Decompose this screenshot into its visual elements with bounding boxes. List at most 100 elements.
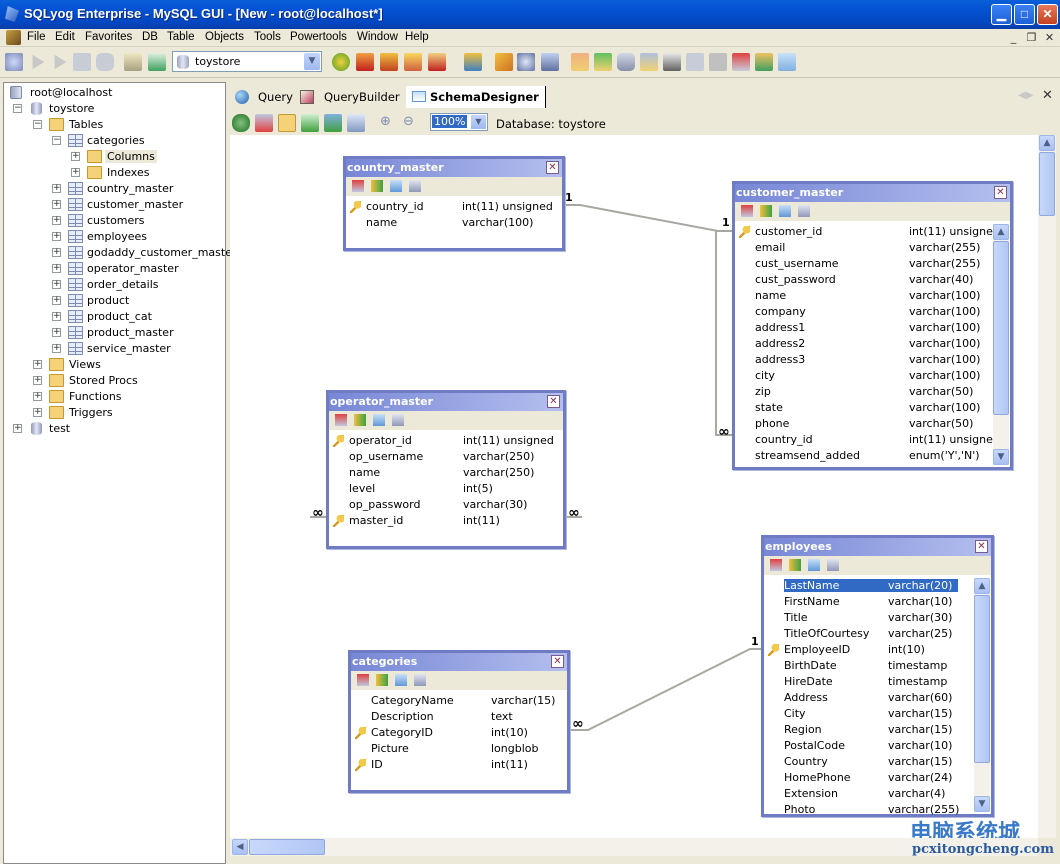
column-row[interactable]: op_password varchar(30) xyxy=(329,497,563,513)
drop-db-icon[interactable] xyxy=(380,53,398,71)
entity-scrollbar[interactable]: ▲ ▼ xyxy=(993,224,1009,465)
relationship-icon[interactable] xyxy=(395,674,407,686)
scroll-down-button[interactable]: ▼ xyxy=(993,449,1009,465)
expand-icon[interactable]: + xyxy=(52,248,61,257)
zoom-in-icon[interactable]: ⊕ xyxy=(380,114,398,132)
column-row[interactable]: Description text xyxy=(351,709,567,725)
entity-header[interactable]: categories ✕ xyxy=(351,653,567,671)
mdi-minimize-button[interactable]: _ xyxy=(1006,31,1021,45)
expand-icon[interactable]: + xyxy=(52,344,61,353)
column-row[interactable]: cust_password varchar(40) xyxy=(735,272,1010,288)
connect-icon[interactable] xyxy=(5,53,23,71)
sync-icon[interactable] xyxy=(594,53,612,71)
db-copy-icon[interactable] xyxy=(617,53,635,71)
schema-canvas[interactable]: 1 1 ∞ ∞ ∞ ∞ 1 country_master ✕ country_id i… xyxy=(230,135,1038,838)
expand-icon[interactable]: + xyxy=(71,168,80,177)
mdi-restore-button[interactable]: ❐ xyxy=(1024,31,1039,45)
column-row[interactable]: Address varchar(60) xyxy=(764,690,991,706)
alter-db-icon[interactable] xyxy=(356,53,374,71)
close-entity-icon[interactable]: ✕ xyxy=(551,655,564,668)
mdi-close-button[interactable]: ✕ xyxy=(1042,31,1057,45)
entity-header[interactable]: operator_master ✕ xyxy=(329,393,563,411)
entity-header[interactable]: country_master ✕ xyxy=(346,159,562,177)
execute-icon[interactable] xyxy=(32,54,45,70)
menu-powertools[interactable]: Powertools xyxy=(290,31,347,43)
vertical-scrollbar[interactable]: ▲ xyxy=(1038,135,1056,838)
scroll-up-button[interactable]: ▲ xyxy=(974,578,990,594)
menu-favorites[interactable]: Favorites xyxy=(85,31,132,43)
minimize-button[interactable]: ▁ xyxy=(991,4,1012,25)
horizontal-scroll-thumb[interactable] xyxy=(249,839,325,855)
add-table-icon[interactable] xyxy=(232,114,250,132)
column-row[interactable]: TitleOfCourtesy varchar(25) xyxy=(764,626,991,642)
expand-icon[interactable]: + xyxy=(33,392,42,401)
column-row[interactable]: name varchar(100) xyxy=(735,288,1010,304)
flush-icon[interactable] xyxy=(495,53,513,71)
edit-table-icon[interactable] xyxy=(335,414,347,426)
relationship-icon[interactable] xyxy=(390,180,402,192)
expand-icon[interactable]: + xyxy=(13,424,22,433)
column-row[interactable]: City varchar(15) xyxy=(764,706,991,722)
tab-schemadesigner[interactable]: SchemaDesigner xyxy=(406,86,546,108)
menu-help[interactable]: Help xyxy=(405,31,429,43)
column-row[interactable]: ID int(11) xyxy=(351,757,567,773)
view-options-icon[interactable] xyxy=(414,674,426,686)
column-row[interactable]: address3 varchar(100) xyxy=(735,352,1010,368)
close-entity-icon[interactable]: ✕ xyxy=(975,540,988,553)
manage-columns-icon[interactable] xyxy=(789,559,801,571)
entity-scroll-thumb[interactable] xyxy=(974,595,990,763)
column-row[interactable]: BirthDate timestamp xyxy=(764,658,991,674)
refresh-icon[interactable] xyxy=(148,53,166,71)
chevron-down-icon[interactable]: ▼ xyxy=(304,53,320,70)
scroll-left-button[interactable]: ◀ xyxy=(232,839,248,855)
relationship-icon[interactable] xyxy=(779,205,791,217)
mdi-app-icon[interactable] xyxy=(6,30,21,45)
expand-icon[interactable]: + xyxy=(33,376,42,385)
schema-designer-toolbar-icon[interactable] xyxy=(778,53,796,71)
column-row[interactable]: country_id int(11) unsigned xyxy=(346,199,562,215)
print-icon[interactable] xyxy=(347,114,365,132)
expand-icon[interactable]: + xyxy=(33,408,42,417)
menu-window[interactable]: Window xyxy=(357,31,398,43)
column-row[interactable]: country_id int(11) unsigned xyxy=(735,432,1010,448)
manage-columns-icon[interactable] xyxy=(760,205,772,217)
entity-customer-master[interactable]: customer_master ✕ customer_id int(11) unsig… xyxy=(732,181,1013,470)
zoom-out-icon[interactable]: ⊖ xyxy=(403,114,421,132)
menu-db[interactable]: DB xyxy=(142,31,158,43)
column-row[interactable]: streamsend_added enum('Y','N') xyxy=(735,448,1010,464)
maximize-button[interactable]: □ xyxy=(1014,4,1035,25)
menu-file[interactable]: File xyxy=(27,31,46,43)
close-entity-icon[interactable]: ✕ xyxy=(994,186,1007,199)
menu-edit[interactable]: Edit xyxy=(55,31,75,43)
column-row[interactable]: CategoryID int(10) xyxy=(351,725,567,741)
column-row[interactable]: Title varchar(30) xyxy=(764,610,991,626)
scroll-up-button[interactable]: ▲ xyxy=(1039,135,1055,151)
column-row[interactable]: state varchar(100) xyxy=(735,400,1010,416)
menu-tools[interactable]: Tools xyxy=(254,31,281,43)
entity-employees[interactable]: employees ✕ LastName varchar(20) FirstName va… xyxy=(761,535,994,817)
open-icon[interactable] xyxy=(278,114,296,132)
expand-icon[interactable]: + xyxy=(52,216,61,225)
edit-table-icon[interactable] xyxy=(352,180,364,192)
view-options-icon[interactable] xyxy=(392,414,404,426)
create-table-icon[interactable] xyxy=(255,114,273,132)
expand-icon[interactable]: + xyxy=(52,296,61,305)
close-entity-icon[interactable]: ✕ xyxy=(547,395,560,408)
expand-icon[interactable]: + xyxy=(71,152,80,161)
entity-categories[interactable]: categories ✕ CategoryName varchar(15) Descri… xyxy=(348,650,570,793)
column-row[interactable]: cust_username varchar(255) xyxy=(735,256,1010,272)
column-row[interactable]: customer_id int(11) unsigned xyxy=(735,224,1010,240)
expand-icon[interactable]: + xyxy=(52,264,61,273)
tab-scroll-arrows[interactable]: ◀▶ xyxy=(1018,90,1033,101)
user-manager-icon[interactable] xyxy=(464,53,482,71)
column-row[interactable]: HomePhone varchar(24) xyxy=(764,770,991,786)
expand-icon[interactable]: + xyxy=(52,232,61,241)
refresh-icon[interactable] xyxy=(301,114,319,132)
view-options-icon[interactable] xyxy=(409,180,421,192)
grid-icon[interactable] xyxy=(73,53,91,71)
entity-header[interactable]: employees ✕ xyxy=(764,538,991,556)
table-icon[interactable] xyxy=(686,53,704,71)
tab-querybuilder[interactable]: QueryBuilder xyxy=(300,86,402,108)
manage-columns-icon[interactable] xyxy=(354,414,366,426)
tab-query[interactable]: Query xyxy=(234,86,296,108)
